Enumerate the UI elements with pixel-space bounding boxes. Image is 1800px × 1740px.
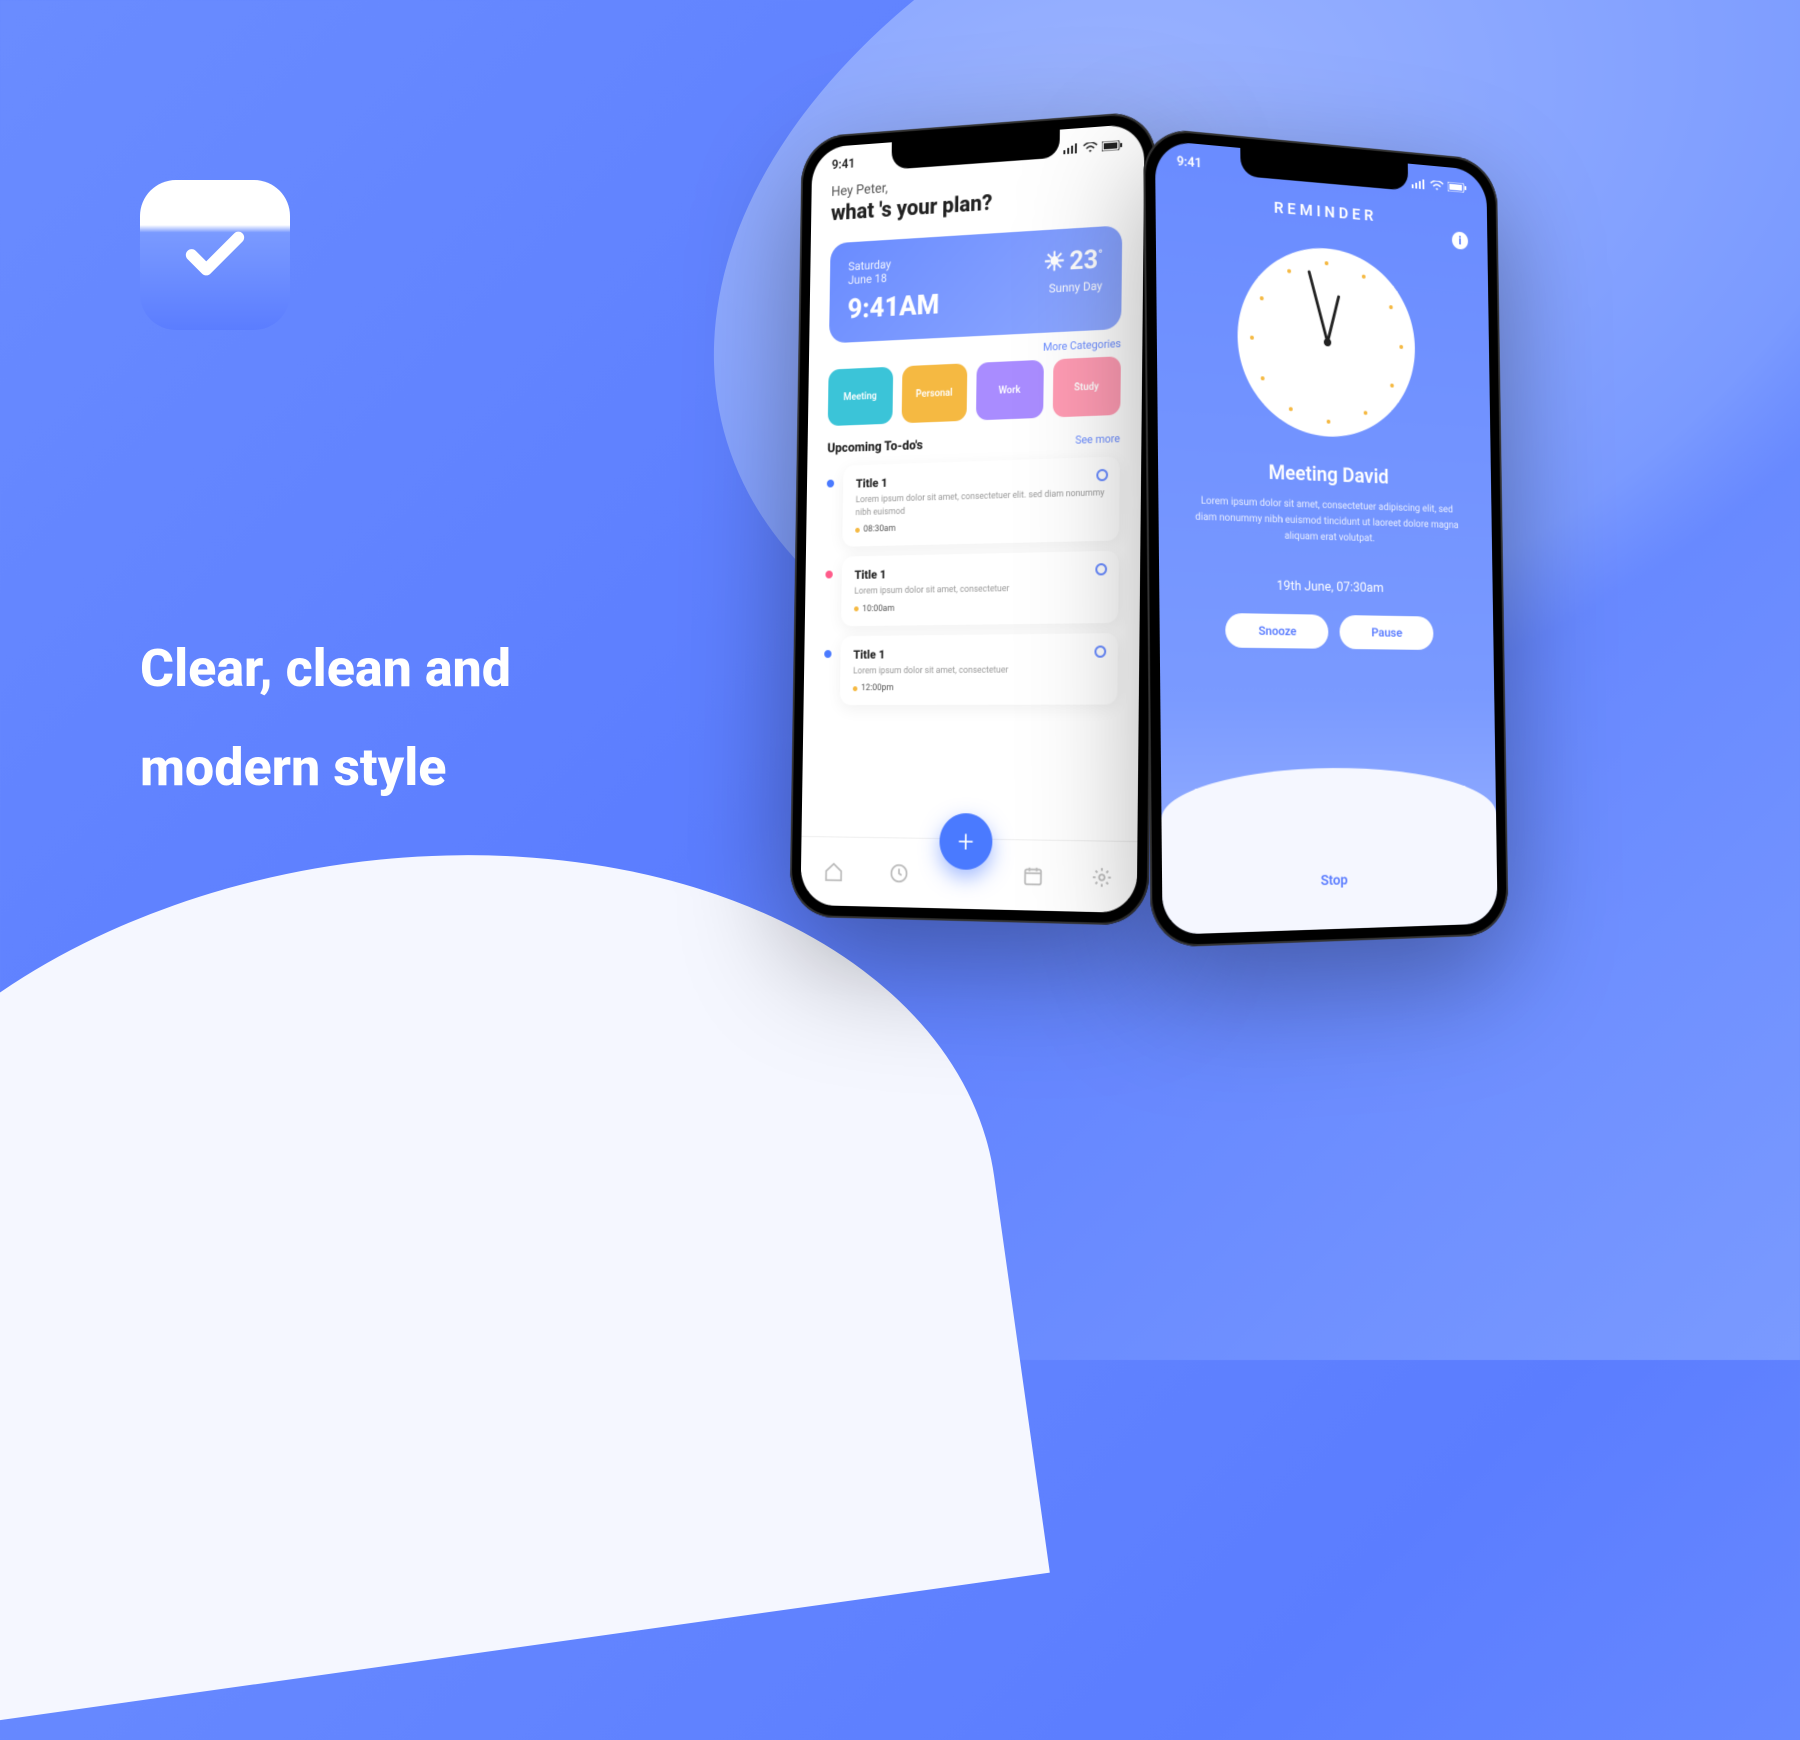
todo-checkbox[interactable] <box>1094 645 1106 657</box>
check-icon <box>180 220 250 290</box>
stop-button[interactable]: Stop <box>1321 872 1348 889</box>
todo-time: 08:30am <box>863 524 895 535</box>
timeline-dot <box>824 650 831 658</box>
reminder-description: Lorem ipsum dolor sit amet, consectetuer… <box>1158 492 1492 551</box>
weather-desc: Sunny Day <box>1043 279 1103 296</box>
todo-item[interactable]: Title 1 Lorem ipsum dolor sit amet, cons… <box>840 633 1118 706</box>
weather-time: 9:41AM <box>847 288 939 325</box>
time-dot-icon <box>855 527 860 532</box>
headline-text: Clear, clean and modern style <box>140 620 511 818</box>
bottom-nav: + <box>800 836 1137 913</box>
wifi-icon <box>1083 141 1098 152</box>
wifi-icon <box>1430 180 1444 191</box>
sun-icon: ☀ <box>1043 247 1066 278</box>
upcoming-title: Upcoming To-do's <box>827 438 923 456</box>
see-more-link[interactable]: See more <box>1075 432 1120 447</box>
battery-icon <box>1448 181 1468 192</box>
todo-checkbox[interactable] <box>1095 563 1107 575</box>
timeline-dot <box>825 571 832 579</box>
snooze-button[interactable]: Snooze <box>1225 613 1328 649</box>
weather-card[interactable]: Saturday June 18 9:41AM ☀23° Sunny Day <box>829 225 1122 343</box>
todo-title: Title 1 <box>856 469 1106 491</box>
signal-icon <box>1063 143 1078 154</box>
home-icon[interactable] <box>823 860 843 882</box>
todo-title: Title 1 <box>853 645 1104 661</box>
status-time: 9:41 <box>1177 154 1202 171</box>
category-meeting[interactable]: Meeting <box>828 367 893 426</box>
signal-icon <box>1412 178 1427 189</box>
clock-face: /* ticks generated below via JS for brev… <box>1237 241 1417 440</box>
todo-desc: Lorem ipsum dolor sit amet, consectetuer… <box>855 487 1106 519</box>
clock-hour-hand <box>1326 295 1340 343</box>
category-personal[interactable]: Personal <box>901 363 967 423</box>
todo-item[interactable]: Title 1 Lorem ipsum dolor sit amet, cons… <box>842 456 1120 547</box>
calendar-icon[interactable] <box>1023 864 1044 887</box>
settings-icon[interactable] <box>1091 865 1113 888</box>
battery-icon <box>1102 139 1123 151</box>
clock-icon[interactable] <box>888 862 909 884</box>
reminder-bottom-wave <box>1161 767 1498 935</box>
todo-checkbox[interactable] <box>1096 469 1108 481</box>
pause-button[interactable]: Pause <box>1340 615 1434 650</box>
clock-minute-hand <box>1307 270 1328 343</box>
reminder-event-title: Meeting David <box>1268 460 1388 489</box>
time-dot-icon <box>853 686 858 691</box>
info-icon[interactable]: i <box>1452 231 1468 250</box>
todo-title: Title 1 <box>854 563 1105 582</box>
time-dot-icon <box>854 607 859 612</box>
clock-center <box>1324 338 1332 346</box>
timeline-dot <box>827 480 834 488</box>
app-icon <box>140 180 290 330</box>
phone-mockup-home: 9:41 Hey Peter, what 's your plan? Satur… <box>789 110 1156 926</box>
reminder-datetime: 19th June, 07:30am <box>1277 579 1384 596</box>
todo-time: 10:00am <box>862 604 894 614</box>
weather-temp: 23 <box>1069 245 1098 277</box>
category-work[interactable]: Work <box>976 360 1043 421</box>
todo-time: 12:00pm <box>861 684 894 694</box>
todo-desc: Lorem ipsum dolor sit amet, consectetuer <box>854 582 1105 599</box>
phone-mockup-reminder: 9:41 REMINDER i /* ticks generated below… <box>1143 127 1509 948</box>
todo-item[interactable]: Title 1 Lorem ipsum dolor sit amet, cons… <box>841 551 1119 626</box>
reminder-title: REMINDER <box>1274 198 1377 225</box>
todo-desc: Lorem ipsum dolor sit amet, consectetuer <box>853 664 1104 678</box>
category-study[interactable]: Study <box>1052 356 1121 417</box>
